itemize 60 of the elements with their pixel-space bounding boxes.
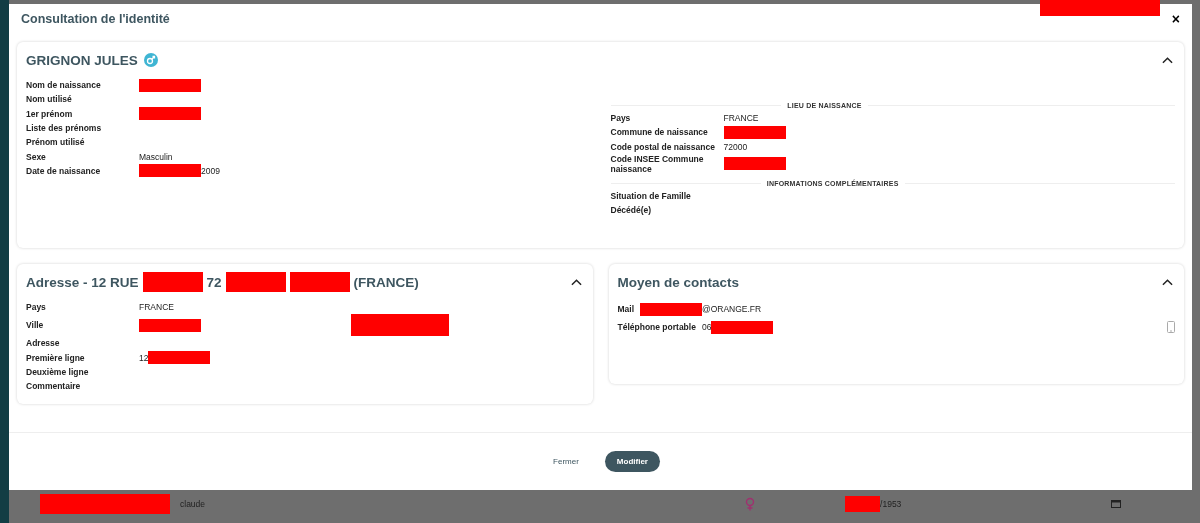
- field-value: 12: [139, 352, 149, 363]
- field-value: 72000: [723, 141, 748, 152]
- redaction-bar: [723, 157, 786, 171]
- collapse-icon[interactable]: [570, 278, 582, 286]
- field-label: Décédé(e): [610, 205, 653, 216]
- field-value: @ORANGE.FR: [702, 304, 762, 314]
- card-title: Moyen de contacts: [617, 274, 740, 290]
- field-label: Première ligne: [26, 352, 86, 363]
- redaction-bar: [142, 272, 203, 292]
- redaction-bar: [289, 272, 350, 292]
- field-label: Commentaire: [26, 381, 82, 392]
- field-label: Adresse: [26, 338, 61, 349]
- field-value: Adresse - 12 RUE: [26, 274, 139, 290]
- redaction-bar: [845, 496, 881, 512]
- field-label: Ville: [26, 320, 45, 331]
- field-label: Code INSEE Commune naissance: [610, 153, 705, 174]
- male-icon: [143, 53, 158, 67]
- field-label: Nom utilisé: [26, 94, 73, 105]
- redaction-bar: [711, 320, 774, 334]
- field-label: Mail: [617, 304, 635, 314]
- redaction-bar: [139, 107, 201, 121]
- field-label: Pays: [610, 113, 632, 124]
- redaction-bar: [139, 78, 201, 92]
- field-label: Date de naissance: [26, 165, 102, 176]
- redaction-bar: [139, 318, 201, 332]
- field-value: FRANCE: [139, 302, 174, 313]
- redaction-bar: [225, 272, 286, 292]
- collapse-icon[interactable]: [1162, 56, 1173, 64]
- field-label: Code postal de naissance: [610, 141, 716, 152]
- field-value: FRANCE: [723, 113, 759, 124]
- field-label: Prénom utilisé: [26, 137, 86, 148]
- field-value: Masculin: [139, 151, 173, 162]
- field-label: Situation de Famille: [610, 191, 692, 202]
- field-value: (FRANCE): [353, 274, 419, 290]
- field-label: Commune de naissance: [610, 127, 709, 138]
- field-label: Téléphone portable: [617, 322, 696, 332]
- female-icon: [745, 497, 756, 511]
- redaction-bar: [148, 351, 211, 365]
- redaction-bar: [640, 302, 703, 316]
- field-value: /1953: [880, 499, 902, 509]
- phone-icon: [1167, 321, 1175, 333]
- dialog-title: Consultation de l'identité: [21, 12, 170, 26]
- redaction-bar: [139, 164, 201, 178]
- field-label: Deuxième ligne: [26, 367, 90, 378]
- person-name: GRIGNON JULES: [26, 52, 138, 68]
- field-label: Liste des prénoms: [26, 123, 103, 134]
- calendar-icon: [1111, 500, 1122, 508]
- field-label: Nom de naissance: [26, 80, 102, 91]
- field-value: 06: [701, 322, 712, 332]
- close-button[interactable]: ×: [1171, 11, 1180, 27]
- field-label: 1er prénom: [26, 108, 74, 119]
- field-value: 72: [206, 274, 222, 290]
- collapse-icon[interactable]: [1162, 278, 1173, 286]
- redaction-bar: [723, 125, 786, 139]
- modify-button[interactable]: Modifier: [604, 451, 660, 472]
- field-label: Sexe: [26, 151, 47, 162]
- close-button[interactable]: Fermer: [541, 451, 591, 472]
- field-value: 2009: [201, 165, 220, 176]
- field-label: Pays: [26, 302, 47, 313]
- field-value: claude: [180, 499, 206, 509]
